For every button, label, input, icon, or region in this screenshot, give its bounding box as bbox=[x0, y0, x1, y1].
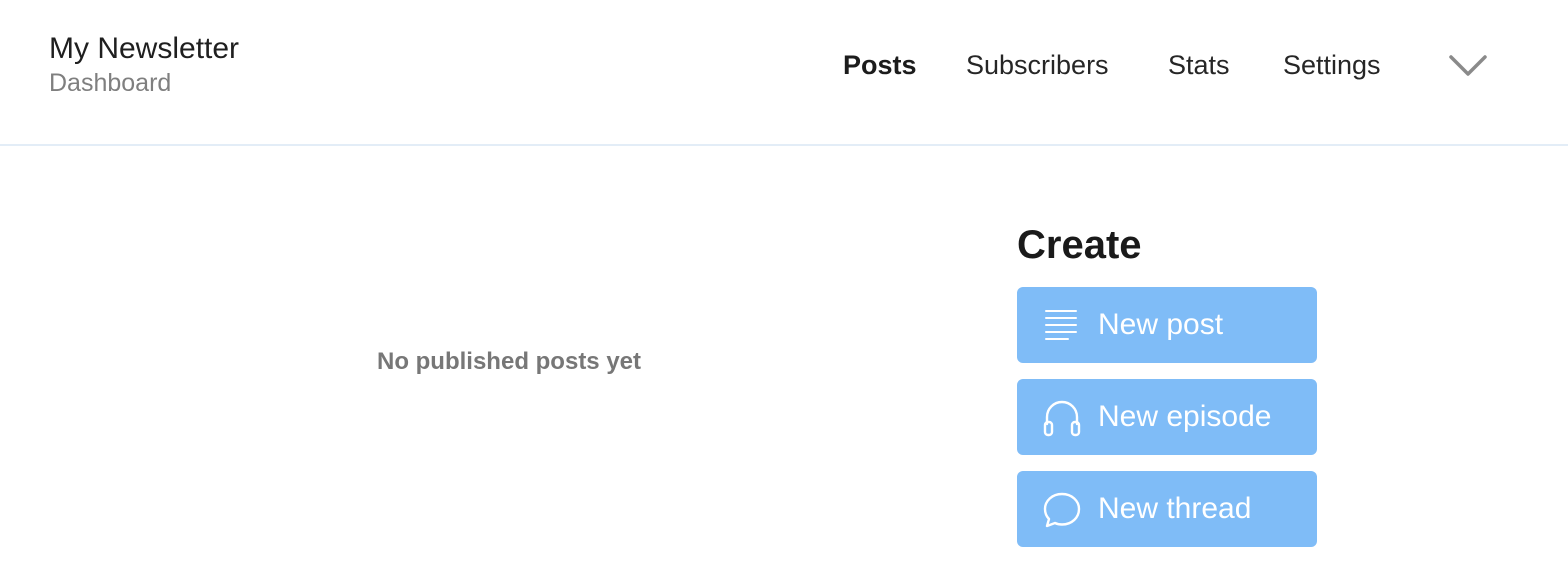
nav-stats[interactable]: Stats bbox=[1168, 44, 1230, 86]
create-heading: Create bbox=[1017, 223, 1142, 267]
speech-bubble-icon bbox=[1042, 490, 1082, 530]
new-thread-label: New thread bbox=[1098, 492, 1252, 525]
new-post-button[interactable]: New post bbox=[1017, 287, 1317, 363]
chevron-down-icon[interactable] bbox=[1446, 50, 1490, 82]
page-subtitle: Dashboard bbox=[49, 69, 172, 97]
new-post-label: New post bbox=[1098, 308, 1224, 341]
empty-posts-message: No published posts yet bbox=[376, 348, 642, 375]
new-episode-label: New episode bbox=[1098, 400, 1272, 433]
nav-settings[interactable]: Settings bbox=[1283, 44, 1381, 86]
nav-posts[interactable]: Posts bbox=[843, 44, 917, 86]
publication-title: My Newsletter bbox=[49, 32, 240, 65]
headphones-icon bbox=[1042, 398, 1082, 438]
brand[interactable]: My Newsletter Dashboard bbox=[49, 30, 239, 98]
new-episode-button[interactable]: New episode bbox=[1017, 379, 1317, 455]
nav-subscribers[interactable]: Subscribers bbox=[966, 44, 1109, 86]
new-thread-button[interactable]: New thread bbox=[1017, 471, 1317, 547]
lines-icon bbox=[1042, 306, 1082, 346]
top-header: My Newsletter Dashboard Posts Subscriber… bbox=[0, 0, 1568, 146]
